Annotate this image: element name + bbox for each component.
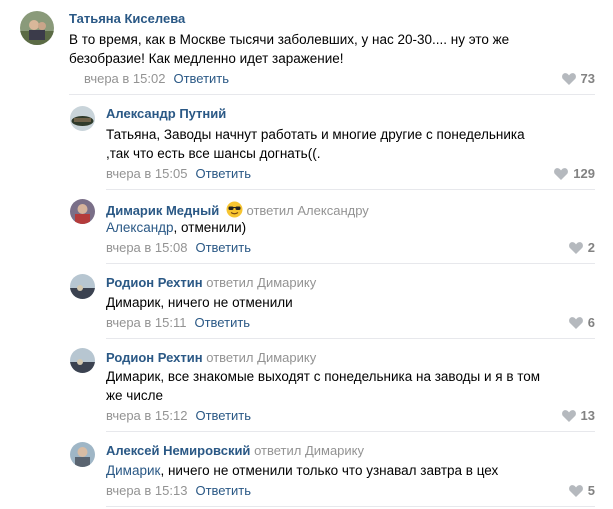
divider: [69, 94, 595, 95]
comment-date[interactable]: вчера в 15:05: [106, 166, 187, 181]
heart-icon: [561, 410, 576, 422]
replied-to-link[interactable]: Димарику: [257, 275, 316, 290]
avatar[interactable]: [70, 106, 95, 131]
comment-text-line: Димарик, все знакомые выходят с понедель…: [106, 369, 541, 384]
avatar[interactable]: [70, 274, 95, 299]
like-button[interactable]: 5: [568, 483, 595, 499]
heart-icon: [568, 485, 583, 497]
replied-to-link[interactable]: Александру: [297, 203, 368, 218]
comment-text-rest: , ничего не отменили только что узнавал …: [160, 463, 499, 478]
author-link[interactable]: Родион Рехтин: [106, 275, 203, 290]
comment-header: Татьяна Киселева: [69, 11, 185, 27]
avatar[interactable]: [70, 348, 95, 373]
comment-text: Татьяна, Заводы начнут работать и многие…: [106, 125, 525, 163]
author-link[interactable]: Димарик Медный: [106, 203, 219, 218]
author-link[interactable]: Родион Рехтин: [106, 350, 203, 365]
comment-text: Димарик, ничего не отменили только что у…: [106, 461, 498, 480]
comment-meta: вчера в 15:02 Ответить: [84, 71, 229, 87]
comment-text-rest: , отменили): [173, 220, 247, 235]
avatar[interactable]: [20, 11, 54, 45]
reply-button[interactable]: Ответить: [195, 240, 251, 255]
reply-button[interactable]: Ответить: [195, 166, 251, 181]
like-button[interactable]: 2: [568, 240, 595, 256]
comment-header: Родион Рехтин ответил Димарику: [106, 275, 316, 291]
like-button[interactable]: 13: [561, 408, 595, 424]
replied-label: ответил: [206, 275, 254, 290]
comment-header: Алексей Немировский ответил Димарику: [106, 443, 364, 459]
likes-count: 5: [587, 483, 595, 498]
heart-icon: [554, 168, 569, 180]
replied-to-link[interactable]: Димарику: [305, 443, 364, 458]
avatar[interactable]: [70, 199, 95, 224]
author-link[interactable]: Алексей Немировский: [106, 443, 250, 458]
likes-count: 6: [587, 315, 595, 330]
comment-header: Родион Рехтин ответил Димарику: [106, 350, 316, 366]
comment-text: Александр, отменили): [106, 218, 246, 237]
comment-meta: вчера в 15:05 Ответить: [106, 166, 251, 182]
comment-meta: вчера в 15:11 Ответить: [106, 315, 250, 331]
comment-meta: вчера в 15:12 Ответить: [106, 408, 251, 424]
replied-label: ответил: [254, 443, 302, 458]
mention-link[interactable]: Димарик: [106, 463, 160, 478]
reply-button[interactable]: Ответить: [195, 483, 251, 498]
divider: [106, 506, 595, 507]
reply-button[interactable]: Ответить: [173, 71, 229, 86]
author-link[interactable]: Александр Путний: [106, 106, 226, 121]
comment-text-line: В то время, как в Москве тысячи заболевш…: [69, 32, 510, 47]
replied-label: ответил: [246, 203, 294, 218]
comment-meta: вчера в 15:13 Ответить: [106, 483, 251, 499]
like-button[interactable]: 6: [568, 315, 595, 331]
comment-text: Димарик, ничего не отменили: [106, 293, 293, 312]
like-button[interactable]: 73: [561, 71, 595, 87]
reply-button[interactable]: Ответить: [194, 315, 250, 330]
divider: [106, 431, 595, 432]
heart-icon: [561, 73, 576, 85]
comment-text-line: Татьяна, Заводы начнут работать и многие…: [106, 127, 525, 142]
comment-text: Димарик, все знакомые выходят с понедель…: [106, 367, 540, 405]
comment-meta: вчера в 15:08 Ответить: [106, 240, 251, 256]
comment-text: В то время, как в Москве тысячи заболевш…: [69, 30, 509, 68]
heart-icon: [568, 242, 583, 254]
replied-to-link[interactable]: Димарику: [257, 350, 316, 365]
like-button[interactable]: 129: [554, 166, 595, 182]
comment-date[interactable]: вчера в 15:11: [106, 315, 186, 330]
divider: [106, 263, 595, 264]
likes-count: 13: [580, 408, 595, 423]
likes-count: 129: [573, 166, 595, 181]
heart-icon: [568, 317, 583, 329]
replied-label: ответил: [206, 350, 254, 365]
comment-text-line: же числе: [106, 388, 163, 403]
avatar[interactable]: [70, 442, 95, 467]
comment-text-line: ,так что есть все шансы догнать((.: [106, 146, 321, 161]
reply-button[interactable]: Ответить: [195, 408, 251, 423]
mention-link[interactable]: Александр: [106, 220, 174, 235]
comment-date[interactable]: вчера в 15:02: [84, 71, 165, 86]
comment-text-line: безобразие! Как медленно идет заражение!: [69, 51, 344, 66]
comment-date[interactable]: вчера в 15:12: [106, 408, 187, 423]
likes-count: 2: [587, 240, 595, 255]
comment-date[interactable]: вчера в 15:08: [106, 240, 187, 255]
divider: [106, 338, 595, 339]
divider: [106, 189, 595, 190]
comment-text-line: Димарик, ничего не отменили: [106, 295, 293, 310]
author-link[interactable]: Татьяна Киселева: [69, 11, 185, 26]
comment-header: Александр Путний: [106, 106, 226, 122]
comment-date[interactable]: вчера в 15:13: [106, 483, 187, 498]
likes-count: 73: [580, 71, 595, 86]
